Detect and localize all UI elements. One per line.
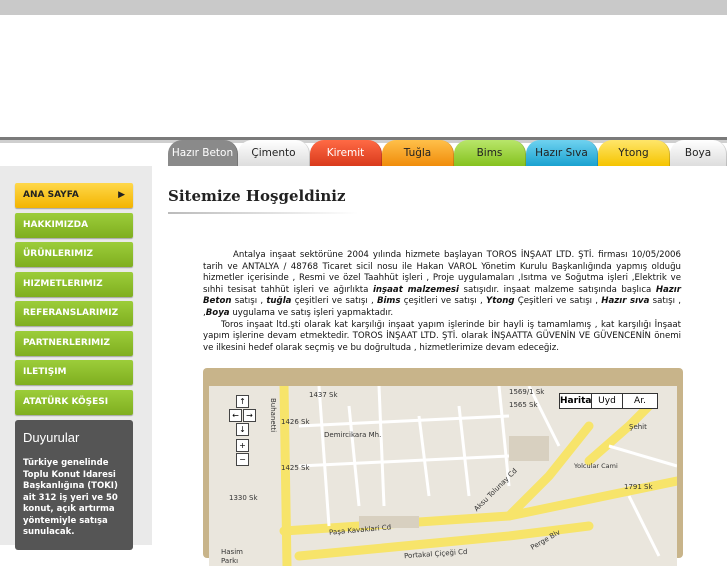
- map-roads: [279, 386, 677, 566]
- tab-label: Hazır Beton: [171, 147, 234, 159]
- intro-text: Antalya inşaat sektörüne 2004 yılında hi…: [203, 250, 681, 354]
- sidebar-item-referanslarimiz[interactable]: REFERANSLARIMIZ: [15, 301, 133, 326]
- sidebar-item-partnerlerimiz[interactable]: PARTNERLERIMIZ: [15, 331, 133, 356]
- announcement-text[interactable]: Türkiye genelinde Toplu Konut Idaresi Ba…: [23, 458, 127, 539]
- sidebar-item-label: REFERANSLARIMIZ: [23, 308, 119, 318]
- text-span: satışı ,: [234, 296, 264, 307]
- text-span: çeşitleri ve satışı ,: [294, 296, 374, 307]
- tab-label: Ytong: [618, 147, 649, 159]
- tab-label: Bims: [476, 147, 503, 159]
- highlight-bims: Bims: [376, 296, 401, 307]
- sidebar-item-label: ILETIŞIM: [23, 367, 67, 377]
- tab-cimento[interactable]: Çimento: [238, 140, 310, 166]
- map-label: 1426 Sk: [281, 418, 310, 426]
- map-zoom-out-button[interactable]: −: [236, 453, 249, 466]
- product-nav: Hazır Beton Çimento Kiremit Tuğla Bims H…: [168, 140, 727, 166]
- intro-paragraph-2: Toros inşaat ltd.şti olarak kat karşılığ…: [203, 319, 681, 353]
- highlight-boya: Boya: [205, 307, 230, 318]
- sidebar-item-label: HAKKIMIZDA: [23, 220, 89, 230]
- sidebar-item-iletisim[interactable]: ILETIŞIM: [15, 360, 133, 385]
- map-pan-right-button[interactable]: →: [243, 409, 256, 422]
- map-label: 1425 Sk: [281, 464, 310, 472]
- tab-tugla[interactable]: Tuğla: [382, 140, 454, 166]
- map-label: Demircikara Mh.: [324, 431, 382, 439]
- map-label: Şehit: [629, 423, 647, 431]
- sidebar-item-ataturk-kosesi[interactable]: ATATÜRK KÖŞESI: [15, 390, 133, 415]
- map-label: Yolcular Cami: [574, 462, 618, 470]
- text-span: satışıdır. inşaat malzeme satışında başl…: [463, 284, 652, 295]
- sidebar-item-hizmetlerimiz[interactable]: HIZMETLERIMIZ: [15, 272, 133, 297]
- map-label: 1791 Sk: [624, 483, 653, 491]
- map-label: Parkı: [221, 557, 239, 565]
- tab-ytong[interactable]: Ytong: [598, 140, 670, 166]
- tab-hazir-beton[interactable]: Hazır Beton: [168, 140, 238, 166]
- map-type-uydu-button[interactable]: Uyd: [591, 393, 623, 409]
- map-label: 1330 Sk: [229, 494, 258, 502]
- text-span: Çeşitleri ve satışı ,: [517, 296, 599, 307]
- map-pan-down-button[interactable]: ↓: [236, 423, 249, 436]
- sidebar-item-label: ATATÜRK KÖŞESI: [23, 397, 109, 407]
- text-span: çeşitleri ve satışı ,: [403, 296, 483, 307]
- tab-label: Kiremit: [326, 147, 365, 159]
- highlight-insaat-malzemesi: inşaat malzemesi: [372, 284, 459, 295]
- sidebar-item-label: PARTNERLERIMIZ: [23, 338, 111, 348]
- tab-boya[interactable]: Boya: [670, 140, 727, 166]
- sidebar-item-ana-sayfa[interactable]: ANA SAYFA ▶: [15, 183, 133, 208]
- tab-label: Tuğla: [403, 147, 432, 159]
- announcements-title: Duyurular: [23, 430, 80, 445]
- top-bar: [0, 0, 727, 15]
- intro-paragraph-1: Antalya inşaat sektörüne 2004 yılında hi…: [203, 250, 681, 318]
- tab-label: Hazır Sıva: [535, 147, 588, 159]
- map-label: 1565 Sk: [509, 401, 538, 409]
- map-pan-up-button[interactable]: ↑: [236, 395, 249, 408]
- text-span: uygulama ve satış işleri yapmaktadır.: [232, 307, 394, 318]
- tab-kiremit[interactable]: Kiremit: [310, 140, 382, 166]
- map-label: 1569/1 Sk: [509, 388, 545, 396]
- sidebar-item-label: ÜRÜNLERIMIZ: [23, 249, 94, 259]
- map-label: Hasim: [221, 548, 243, 556]
- map-zoom-in-button[interactable]: +: [236, 439, 249, 452]
- map-label: Buhanetti: [269, 398, 277, 433]
- sidebar-item-hakkimizda[interactable]: HAKKIMIZDA: [15, 213, 133, 238]
- map-type-harita-button[interactable]: Harita: [559, 393, 592, 409]
- map[interactable]: Demircikara Mh. Portakal Çiçeği Cd Paşa …: [209, 386, 677, 566]
- highlight-ytong: Ytong: [486, 296, 515, 307]
- highlight-hazir-siva: Hazır sıva: [601, 296, 650, 307]
- map-pan-left-button[interactable]: ←: [229, 409, 242, 422]
- sidebar-item-label: HIZMETLERIMIZ: [23, 279, 103, 289]
- highlight-tugla: tuğla: [266, 296, 292, 307]
- tab-hazir-siva[interactable]: Hazır Sıva: [526, 140, 598, 166]
- map-type-arazi-button[interactable]: Ar.: [622, 393, 658, 409]
- title-underline: [168, 212, 358, 214]
- tab-label: Boya: [684, 147, 712, 159]
- announcements-box: Duyurular Türkiye genelinde Toplu Konut …: [15, 420, 133, 550]
- text-span: satışı ,: [652, 296, 681, 307]
- tab-label: Çimento: [251, 147, 296, 159]
- sidebar-item-urunlerimiz[interactable]: ÜRÜNLERIMIZ: [15, 242, 133, 267]
- sidebar-item-label: ANA SAYFA: [23, 190, 79, 200]
- tab-bims[interactable]: Bims: [454, 140, 526, 166]
- page-title: Sitemize Hoşgeldiniz: [168, 187, 346, 205]
- map-label: 1437 Sk: [309, 391, 338, 399]
- play-arrow-icon: ▶: [118, 190, 125, 200]
